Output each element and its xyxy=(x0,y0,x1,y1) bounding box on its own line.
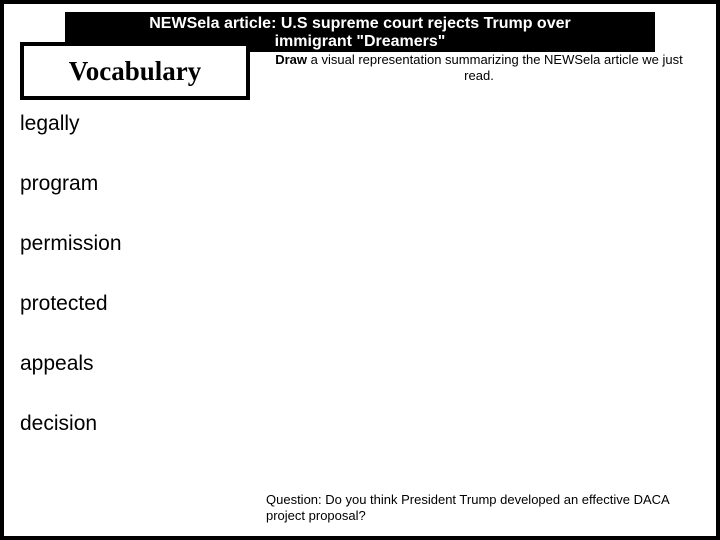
list-item: appeals xyxy=(20,352,250,376)
worksheet-page: NEWSela article: U.S supreme court rejec… xyxy=(0,0,720,540)
title-line1: NEWSela article: U.S supreme court rejec… xyxy=(149,15,570,32)
vocabulary-list: legally program permission protected app… xyxy=(20,112,250,472)
draw-instruction: Draw a visual representation summarizing… xyxy=(269,52,689,84)
list-item: permission xyxy=(20,232,250,256)
draw-instruction-bold: Draw xyxy=(275,52,307,67)
question-text: Question: Do you think President Trump d… xyxy=(266,492,669,523)
vocabulary-box: Vocabulary xyxy=(20,42,250,100)
question-prompt: Question: Do you think President Trump d… xyxy=(266,492,701,524)
list-item: legally xyxy=(20,112,250,136)
list-item: program xyxy=(20,172,250,196)
draw-instruction-rest: a visual representation summarizing the … xyxy=(307,52,683,83)
list-item: decision xyxy=(20,412,250,436)
list-item: protected xyxy=(20,292,250,316)
title-line2: immigrant "Dreamers" xyxy=(275,33,446,51)
vocabulary-heading: Vocabulary xyxy=(69,56,202,87)
